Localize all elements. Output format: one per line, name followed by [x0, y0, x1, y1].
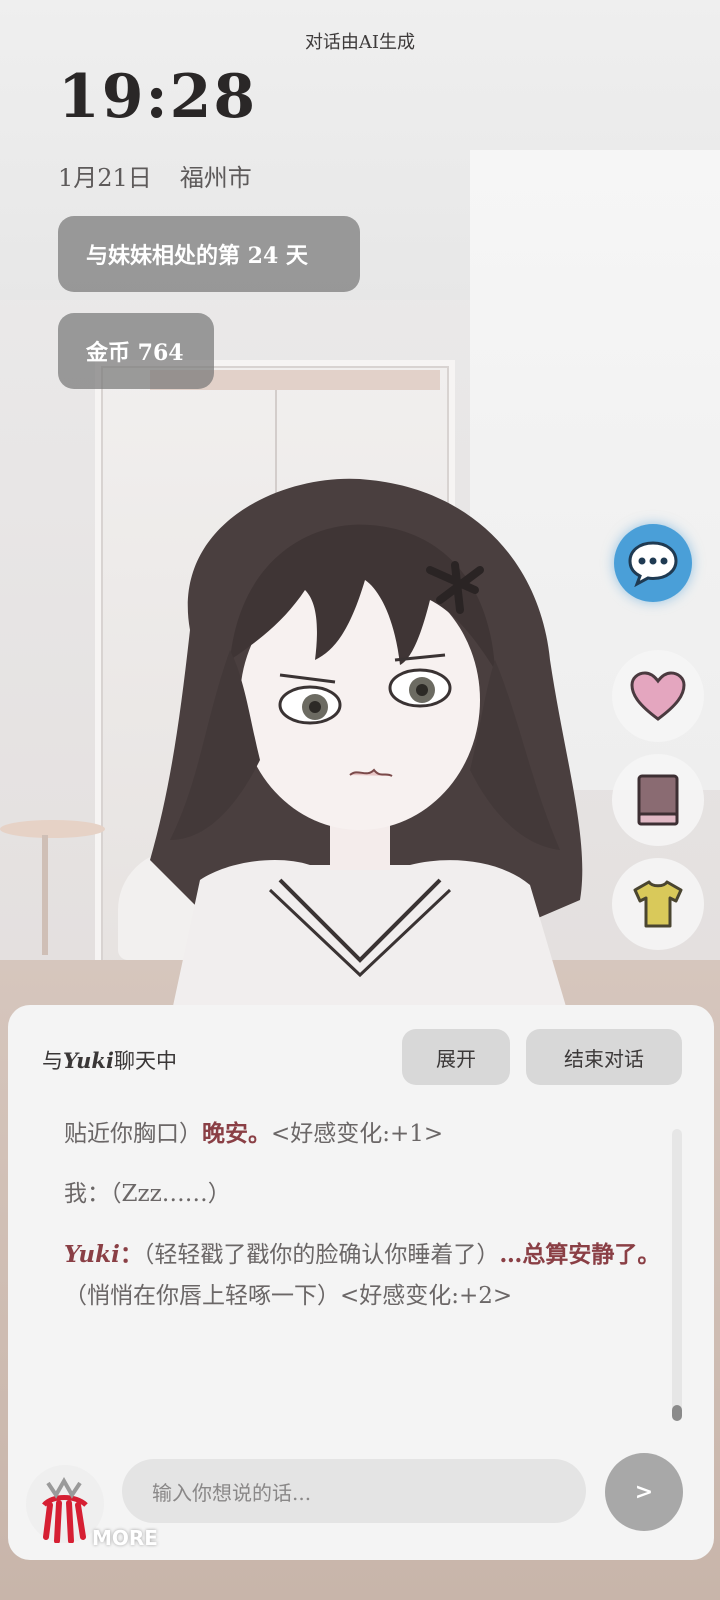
character-name: Yuki — [63, 1048, 114, 1073]
chat-scroll-thumb[interactable] — [672, 1405, 682, 1421]
diary-button[interactable] — [612, 754, 704, 846]
ai-generated-notice: 对话由AI生成 — [304, 32, 416, 53]
clock-time: 19:28 — [58, 62, 258, 132]
message-input[interactable]: 输入你想说的话... — [122, 1459, 586, 1523]
outfit-button[interactable] — [612, 858, 704, 950]
chat-bubble-icon — [628, 541, 678, 587]
date-location-row: 1月21日 福州市 — [58, 158, 252, 193]
end-conversation-button[interactable]: 结束对话 — [526, 1029, 682, 1085]
chat-message: 贴近你胸口）晚安。<好感变化:+1> — [64, 1120, 444, 1147]
expand-button[interactable]: 展开 — [402, 1029, 510, 1085]
chat-button[interactable] — [614, 524, 692, 602]
more-label: MORE — [92, 1526, 158, 1550]
heart-icon — [630, 671, 686, 721]
chat-log[interactable]: 贴近你胸口）晚安。<好感变化:+1> 我：（Zzz……） Yuki：（轻轻戳了戳… — [64, 1113, 664, 1336]
chat-panel-title: 与Yuki聊天中 — [42, 1045, 177, 1075]
chat-panel: 与Yuki聊天中 展开 结束对话 贴近你胸口）晚安。<好感变化:+1> 我：（Z… — [8, 1005, 714, 1560]
coins-badge: 金币 764 — [58, 313, 214, 389]
chat-message: Yuki：（轻轻戳了戳你的脸确认你睡着了）…总算安静了。（悄悄在你唇上轻啄一下）… — [64, 1241, 661, 1309]
tshirt-icon — [633, 880, 683, 928]
book-icon — [637, 774, 679, 826]
chat-message: 我：（Zzz……） — [64, 1181, 231, 1207]
date-text: 1月21日 — [58, 164, 152, 192]
days-together-badge: 与妹妹相处的第 24 天 — [58, 216, 360, 292]
chat-scrollbar[interactable] — [672, 1129, 682, 1419]
title-prefix: 与 — [42, 1049, 63, 1073]
favor-button[interactable] — [612, 650, 704, 742]
character-illustration[interactable] — [110, 460, 610, 1020]
city-text: 福州市 — [179, 164, 252, 192]
send-button[interactable]: > — [605, 1453, 683, 1531]
title-suffix: 聊天中 — [113, 1049, 177, 1073]
